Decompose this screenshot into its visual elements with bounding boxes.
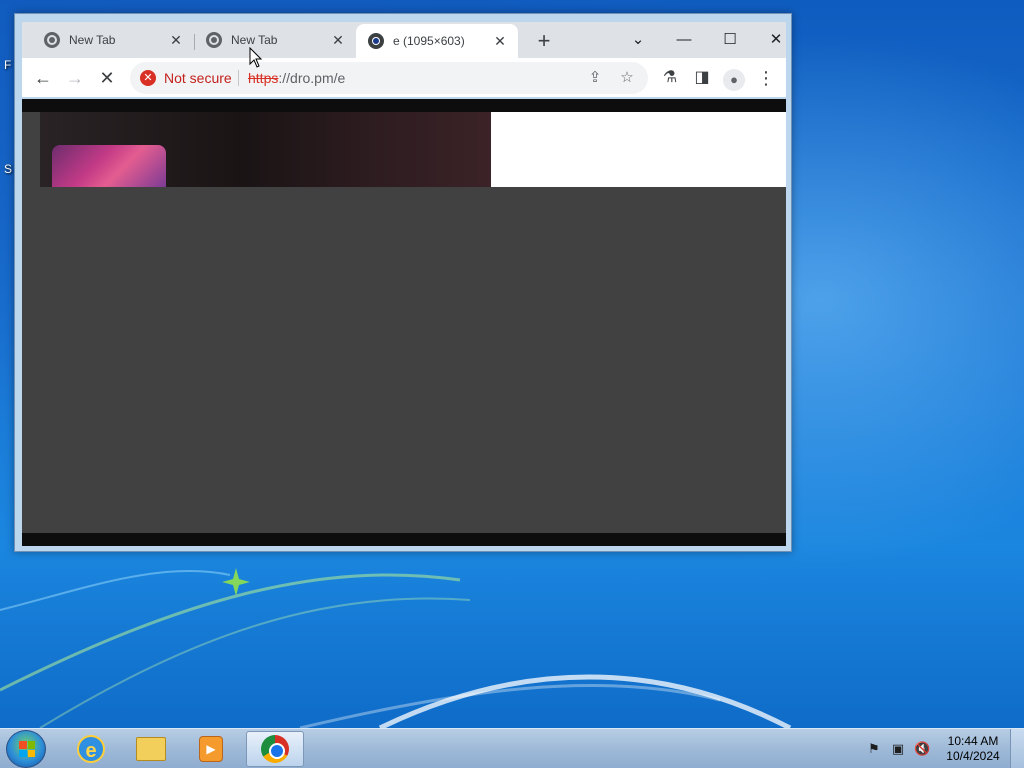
chrome-globe-icon	[44, 32, 60, 48]
maximize-button[interactable]: ☐	[708, 26, 752, 54]
taskbar-windows-explorer[interactable]	[122, 731, 180, 767]
image-viewer-bottom-bar	[22, 533, 786, 546]
share-icon[interactable]: ⇪	[584, 67, 606, 89]
loaded-image-partial	[40, 112, 491, 187]
page-content	[22, 99, 786, 546]
side-panel-icon[interactable]: ◨	[688, 64, 716, 92]
tab-close-icon[interactable]: ✕	[492, 33, 508, 50]
taskbar-chrome[interactable]	[246, 731, 304, 767]
tab-search-button[interactable]: ⌄	[616, 26, 660, 54]
minimize-button[interactable]: —	[662, 26, 706, 54]
system-clock[interactable]: 10:44 AM 10/4/2024	[940, 734, 1006, 764]
taskbar-internet-explorer[interactable]: e	[62, 731, 120, 767]
close-window-button[interactable]: ✕	[754, 26, 798, 54]
clock-date: 10/4/2024	[946, 749, 1000, 763]
tab-new-tab-2[interactable]: New Tab ✕	[194, 24, 356, 56]
tab-close-icon[interactable]: ✕	[168, 32, 184, 49]
security-label[interactable]: Not secure	[164, 70, 232, 86]
url-host-path: ://dro.pm/e	[278, 70, 346, 86]
chrome-window: New Tab ✕ New Tab ✕ e (1095×603) ✕ + ⌄ —…	[14, 13, 792, 552]
url-text[interactable]: https://dro.pm/e	[248, 70, 345, 86]
omnibox-divider	[238, 70, 239, 86]
ie-icon: e	[77, 735, 105, 763]
back-button[interactable]: ←	[29, 64, 57, 92]
image-viewer-top-bar	[22, 99, 786, 112]
stop-loading-button[interactable]: ✕	[93, 64, 121, 92]
chrome-globe-icon	[206, 32, 222, 48]
mouse-cursor-icon	[249, 47, 263, 68]
media-player-icon: ▶	[199, 736, 223, 762]
not-secure-icon[interactable]: ✕	[140, 70, 156, 86]
labs-flask-icon[interactable]: ⚗	[656, 64, 684, 92]
desktop-icon-label[interactable]: S	[4, 162, 12, 176]
url-scheme: https	[248, 70, 279, 86]
tab-close-icon[interactable]: ✕	[330, 32, 346, 49]
tab-title: New Tab	[231, 33, 278, 47]
image-white-area	[491, 112, 786, 187]
tab-active-image[interactable]: e (1095×603) ✕	[356, 24, 518, 58]
profile-avatar-icon[interactable]: ●	[720, 64, 748, 92]
new-tab-button[interactable]: +	[530, 28, 558, 56]
show-desktop-button[interactable]	[1010, 729, 1024, 768]
tab-title: e (1095×603)	[393, 34, 465, 48]
tab-new-tab-1[interactable]: New Tab ✕	[32, 24, 194, 56]
tab-title: New Tab	[69, 33, 116, 47]
taskbar-media-player[interactable]: ▶	[182, 731, 240, 767]
forward-button[interactable]: →	[61, 64, 89, 92]
taskbar: e ▶ ⚑ ▣ 🔇 10:44 AM 10/4/2024	[0, 728, 1024, 768]
bookmark-star-icon[interactable]: ☆	[616, 67, 638, 89]
image-thumbnail	[52, 145, 166, 187]
address-bar[interactable]: ✕ Not secure https://dro.pm/e ⇪ ☆	[130, 62, 648, 94]
chrome-icon	[261, 735, 289, 763]
clock-time: 10:44 AM	[947, 734, 999, 748]
tab-strip: New Tab ✕ New Tab ✕ e (1095×603) ✕ + ⌄ —…	[22, 22, 786, 58]
folder-icon	[136, 737, 166, 761]
loading-favicon-icon	[368, 33, 384, 49]
start-button[interactable]	[6, 730, 46, 768]
more-menu-icon[interactable]: ⋮	[752, 64, 780, 92]
network-icon[interactable]: ▣	[890, 741, 906, 757]
volume-muted-icon[interactable]: 🔇	[914, 741, 930, 757]
browser-toolbar: ← → ✕ ✕ Not secure https://dro.pm/e ⇪ ☆ …	[22, 58, 786, 97]
action-center-flag-icon[interactable]: ⚑	[866, 741, 882, 757]
desktop-icon-label[interactable]: F	[4, 58, 11, 72]
windows-logo-icon	[19, 741, 35, 757]
